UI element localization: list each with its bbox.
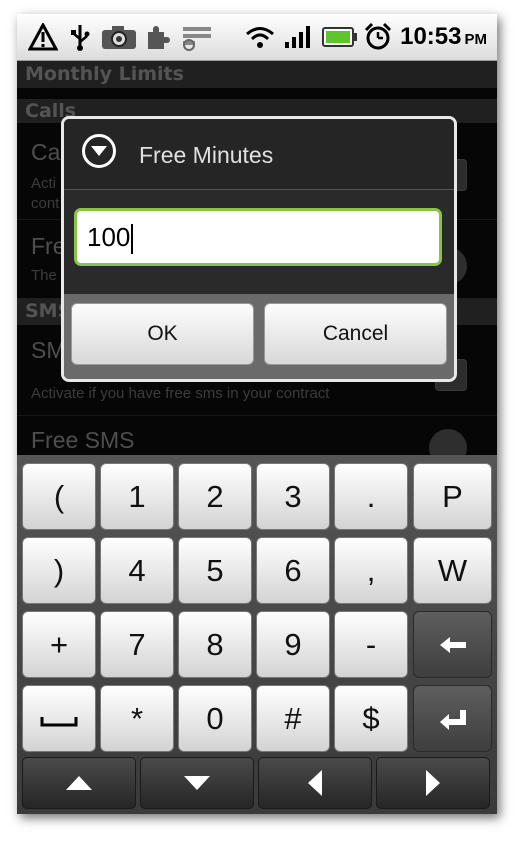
arrow-up-icon bbox=[66, 776, 92, 790]
key-close-paren[interactable]: ) bbox=[22, 537, 96, 604]
status-bar: 10:53 PM bbox=[17, 14, 497, 61]
key-period[interactable]: . bbox=[334, 463, 408, 530]
key-p[interactable]: P bbox=[413, 463, 492, 530]
sync-icon bbox=[179, 20, 215, 54]
phone-screen: 10:53 PM Monthly Limits Calls Ca Acti con… bbox=[17, 14, 497, 814]
arrow-down-key[interactable] bbox=[140, 757, 254, 809]
signal-icon bbox=[281, 20, 315, 54]
arrow-left-icon bbox=[308, 770, 322, 796]
key-2[interactable]: 2 bbox=[178, 463, 252, 530]
key-7[interactable]: 7 bbox=[100, 611, 174, 678]
dialog-title: Free Minutes bbox=[139, 142, 274, 168]
ok-button[interactable]: OK bbox=[71, 303, 254, 365]
text-caret bbox=[131, 224, 134, 255]
key-dollar[interactable]: $ bbox=[334, 685, 408, 752]
key-9[interactable]: 9 bbox=[256, 611, 330, 678]
key-open-paren[interactable]: ( bbox=[22, 463, 96, 530]
dialog-body: 100 bbox=[64, 190, 454, 295]
backspace-key[interactable] bbox=[413, 611, 492, 678]
key-asterisk[interactable]: * bbox=[100, 685, 174, 752]
key-1[interactable]: 1 bbox=[100, 463, 174, 530]
arrow-right-key[interactable] bbox=[376, 757, 490, 809]
key-8[interactable]: 8 bbox=[178, 611, 252, 678]
free-minutes-input[interactable]: 100 bbox=[74, 208, 442, 266]
key-w[interactable]: W bbox=[413, 537, 492, 604]
wifi-icon bbox=[243, 20, 277, 54]
backspace-icon bbox=[439, 636, 466, 653]
arrow-right-icon bbox=[426, 770, 440, 796]
usb-icon bbox=[67, 20, 93, 54]
dialog-title-bar: Free Minutes bbox=[64, 119, 454, 190]
input-value: 100 bbox=[87, 222, 131, 252]
key-plus[interactable]: + bbox=[22, 611, 96, 678]
enter-icon bbox=[439, 709, 466, 730]
cancel-button[interactable]: Cancel bbox=[264, 303, 447, 365]
chevron-down-icon bbox=[82, 134, 116, 168]
space-key[interactable] bbox=[22, 685, 96, 752]
status-time: 10:53 PM bbox=[400, 23, 487, 50]
warning-icon bbox=[27, 20, 59, 54]
camera-icon bbox=[99, 20, 139, 54]
key-5[interactable]: 5 bbox=[178, 537, 252, 604]
key-3[interactable]: 3 bbox=[256, 463, 330, 530]
space-icon bbox=[40, 716, 78, 726]
arrow-left-key[interactable] bbox=[258, 757, 372, 809]
key-minus[interactable]: - bbox=[334, 611, 408, 678]
dialog-button-bar: OK Cancel bbox=[64, 294, 454, 379]
key-6[interactable]: 6 bbox=[256, 537, 330, 604]
arrow-down-icon bbox=[184, 776, 210, 790]
key-0[interactable]: 0 bbox=[178, 685, 252, 752]
key-hash[interactable]: # bbox=[256, 685, 330, 752]
arrow-up-key[interactable] bbox=[22, 757, 136, 809]
puzzle-icon bbox=[143, 20, 175, 54]
alarm-icon bbox=[362, 20, 394, 54]
free-minutes-dialog: Free Minutes 100 OK Cancel bbox=[61, 116, 457, 382]
enter-key[interactable] bbox=[413, 685, 492, 752]
battery-icon bbox=[321, 20, 359, 54]
key-4[interactable]: 4 bbox=[100, 537, 174, 604]
numeric-keyboard: ( 1 2 3 . P ) 4 5 6 , W + 7 8 9 - * 0 # … bbox=[17, 455, 497, 814]
key-comma[interactable]: , bbox=[334, 537, 408, 604]
